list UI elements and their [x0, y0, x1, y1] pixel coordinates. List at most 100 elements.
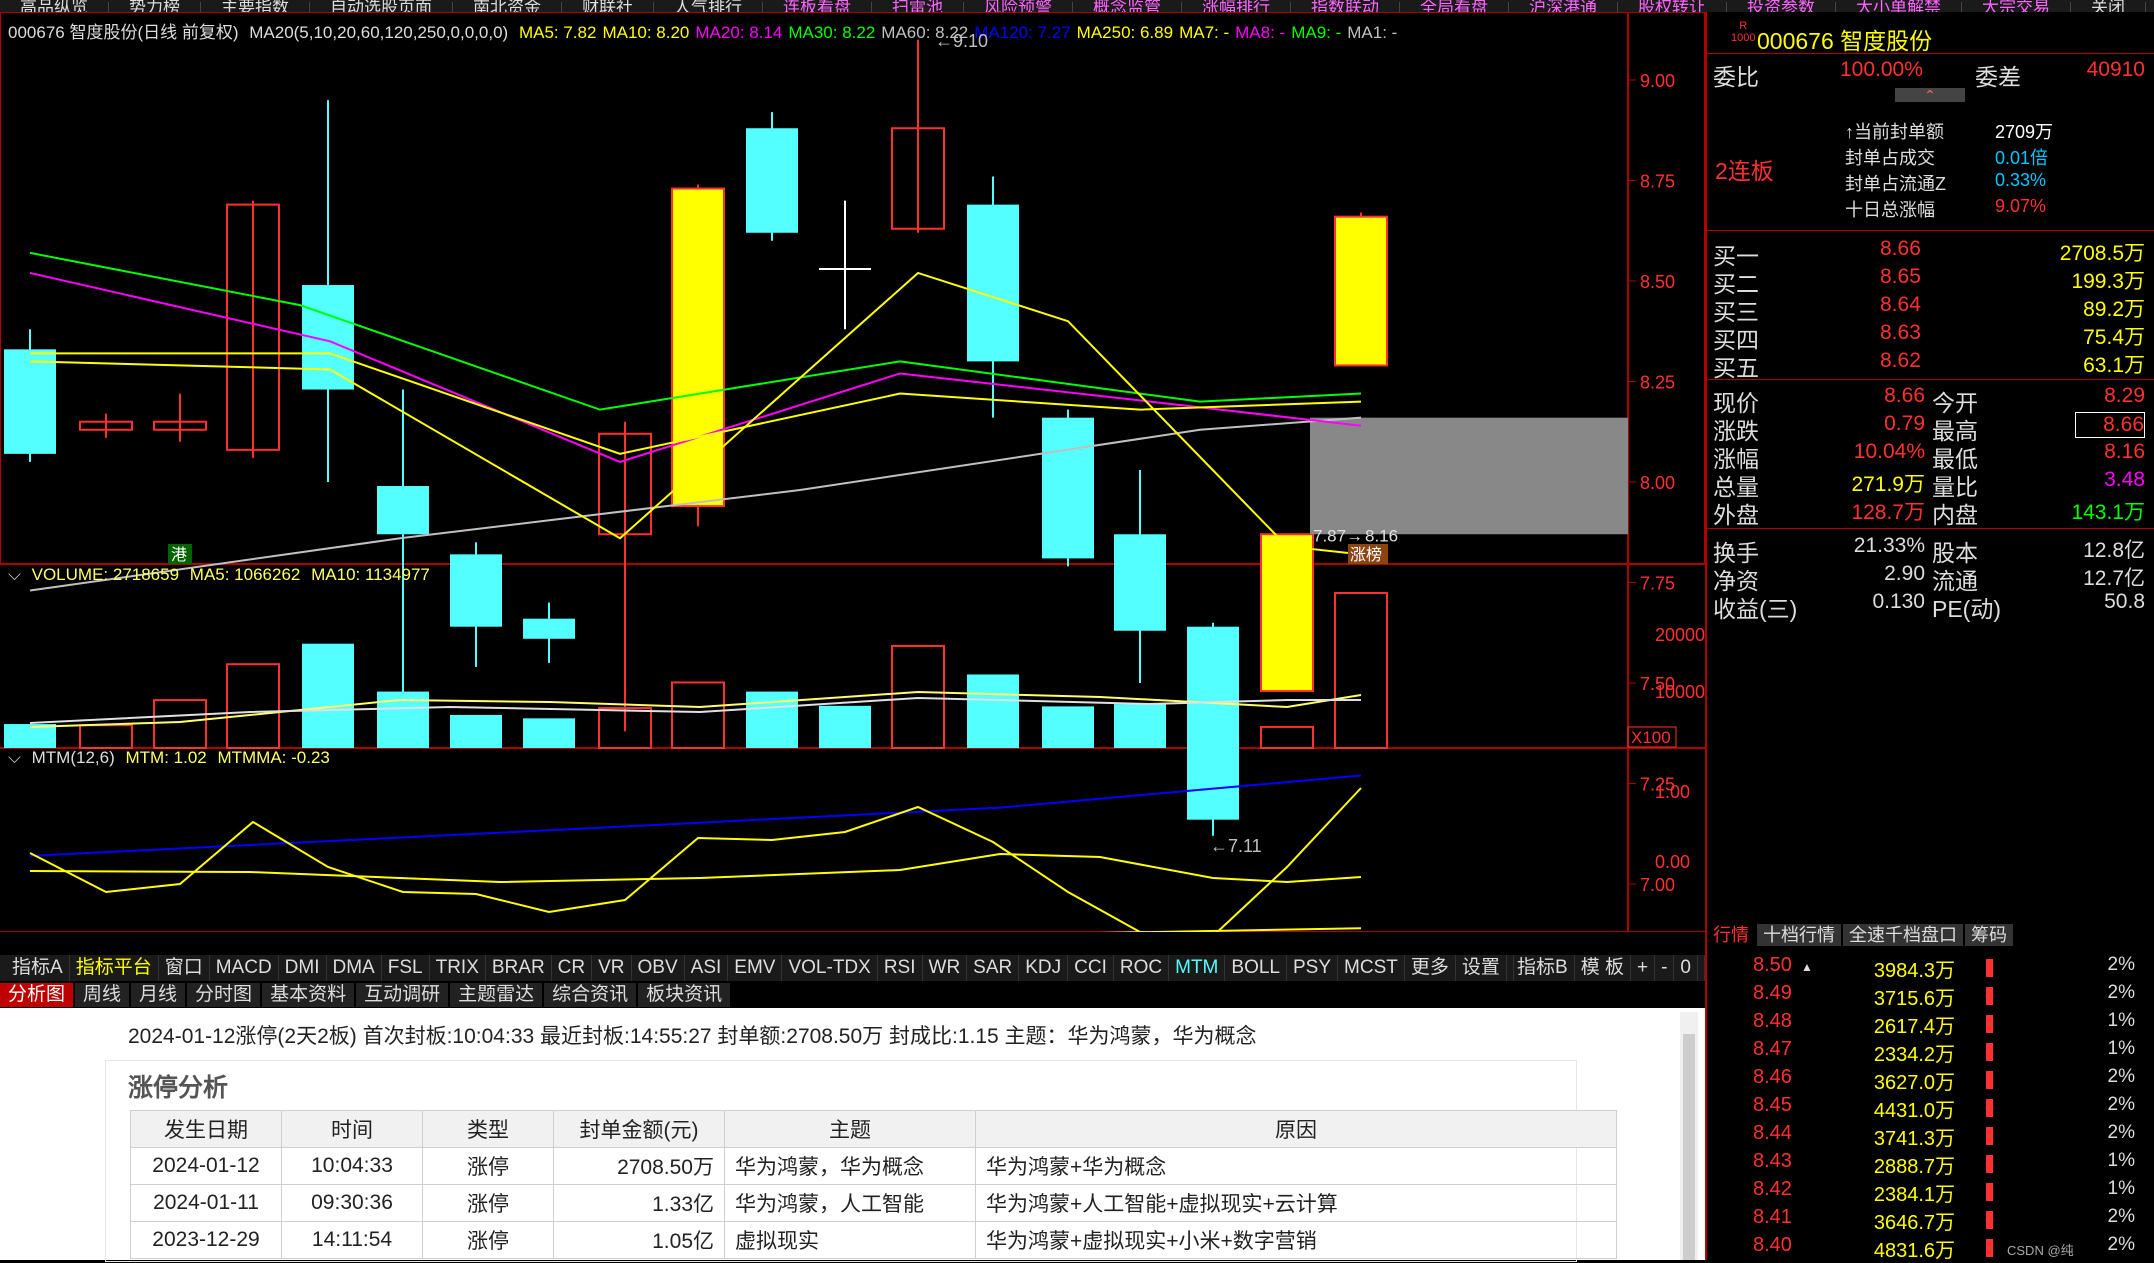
indicator-tab-bar: 指标A 指标平台 窗口 MACD DMI DMA FSL TRIX BRAR CR VR OBV ASI…	[0, 955, 1705, 981]
depth-price: 8.44	[1753, 1122, 1792, 1144]
top-menu-item[interactable]: 连板看盘	[763, 0, 872, 12]
top-menu-item[interactable]: 扫雷池	[872, 0, 964, 12]
indicator-tab[interactable]: 指标平台	[70, 955, 159, 981]
ma120-line	[29, 774, 1362, 857]
indicator-tab[interactable]: KDJ	[1019, 955, 1069, 981]
bottom-tab[interactable]: 互动调研	[356, 983, 449, 1007]
top-menu-item[interactable]: 大宗交易	[1962, 0, 2071, 12]
mtm-title-icon: ⌵	[8, 748, 21, 767]
indicator-tab[interactable]: PSY	[1287, 955, 1339, 981]
quote-tab[interactable]: 全速千档盘口	[1843, 924, 1963, 946]
top-menu-item[interactable]: 全局看盘	[1400, 0, 1509, 12]
quote-tab[interactable]: 行情	[1707, 924, 1755, 946]
indicator-tab[interactable]: CCI	[1068, 955, 1114, 981]
indicator-tab-right[interactable]: 指标B	[1511, 955, 1575, 981]
depth-price: 8.48	[1753, 1010, 1792, 1032]
top-menu-item[interactable]: 自动选股页面	[310, 0, 453, 12]
indicator-tab[interactable]: EMV	[728, 955, 783, 981]
bottom-tab[interactable]: 周线	[75, 983, 130, 1007]
seal-value: 9.07%	[1995, 196, 2047, 216]
depth-bar	[1986, 1239, 1993, 1257]
info-scrollbar[interactable]	[1680, 1012, 1698, 1260]
top-menu-item[interactable]: 沪深港通	[1509, 0, 1618, 12]
top-menu-item[interactable]: 关闭	[2071, 0, 2146, 12]
indicator-tab[interactable]: DMA	[327, 955, 382, 981]
indicator-tab[interactable]: 设置	[1456, 955, 1507, 981]
top-menu-item[interactable]: 人气排行	[654, 0, 763, 12]
indicator-tab[interactable]: 窗口	[159, 955, 210, 981]
depth-bar	[1986, 1155, 1993, 1173]
top-menu-item[interactable]: 主要指数	[201, 0, 310, 12]
mtmma-line	[29, 852, 1362, 884]
top-menu-bar: 高品纵览 势力榜 主要指数 自动选股页面 南北资金 财联社 人气排行 连板看盘 扫雷池 风险预警概…	[0, 0, 2154, 12]
top-menu-item[interactable]: 涨幅排行	[1182, 0, 1291, 12]
depth-up-icon: ▲	[1801, 960, 1813, 974]
indicator-tab[interactable]: MTM	[1169, 955, 1226, 981]
mtm-line	[29, 787, 1362, 932]
price-axis-label: 8.00	[1640, 473, 1675, 493]
bottom-tab[interactable]: 综合资讯	[544, 983, 637, 1007]
collapse-toggle[interactable]: ⌃	[1895, 88, 1965, 102]
volume-bar	[4, 724, 56, 748]
volume-bar	[302, 643, 354, 748]
bottom-tab[interactable]: 基本资料	[262, 983, 355, 1007]
indicator-tab[interactable]: DMI	[279, 955, 327, 981]
indicator-tab[interactable]: RSI	[878, 955, 923, 981]
volume-bar	[1260, 725, 1314, 749]
gap-band	[1310, 417, 1628, 535]
indicator-tab-right[interactable]: 0	[1674, 955, 1698, 981]
bottom-tab[interactable]: 主题雷达	[450, 983, 543, 1007]
bottom-tab[interactable]: 分时图	[187, 983, 261, 1007]
indicator-tab[interactable]: BRAR	[486, 955, 552, 981]
depth-bar	[1986, 1183, 1993, 1201]
depth-volume: 2888.7万	[1873, 1156, 1955, 1178]
limit-up-table: 发生日期 时间 类型 封单金额(元) 主题 原因 2024-01-12 10:04:33 涨停…	[130, 1110, 1617, 1259]
top-menu-item[interactable]: 指数联动	[1291, 0, 1400, 12]
indicator-tab[interactable]: 更多	[1405, 955, 1456, 981]
candle-body	[1042, 417, 1094, 559]
seal-label: 封单占流通Z	[1845, 174, 1946, 194]
depth-percent: 2%	[2107, 1066, 2135, 1087]
indicator-tab[interactable]: ASI	[685, 955, 729, 981]
top-menu-item[interactable]: 风险预警	[964, 0, 1073, 12]
volume-bar	[79, 724, 133, 750]
indicator-tab-right[interactable]: +	[1631, 955, 1656, 981]
info-scroll-thumb[interactable]	[1683, 1034, 1695, 1260]
depth-percent: 1%	[2107, 1038, 2135, 1059]
indicator-tab[interactable]: BOLL	[1225, 955, 1287, 981]
top-menu-item[interactable]: 高品纵览	[0, 0, 109, 12]
indicator-tab[interactable]: WR	[923, 955, 968, 981]
depth-volume: 3715.6万	[1873, 988, 1955, 1010]
bottom-tab[interactable]: 月线	[131, 983, 186, 1007]
indicator-tab[interactable]: 指标A	[6, 955, 70, 981]
indicator-tab[interactable]: TRIX	[430, 955, 486, 981]
seal-label: 封单占成交	[1845, 148, 1935, 168]
indicator-tab-right[interactable]: -	[1655, 955, 1675, 981]
bottom-tab[interactable]: 板块资讯	[638, 983, 731, 1007]
indicator-tab[interactable]: MACD	[210, 955, 279, 981]
indicator-tab[interactable]: OBV	[632, 955, 685, 981]
indicator-tab[interactable]: SAR	[967, 955, 1020, 981]
top-menu-item[interactable]: 南北资金	[453, 0, 562, 12]
quote-tab[interactable]: 十档行情	[1757, 924, 1841, 946]
indicator-tab[interactable]: VOL-TDX	[782, 955, 878, 981]
top-menu-item[interactable]: 股权转让	[1618, 0, 1727, 12]
top-menu-item[interactable]: 势力榜	[109, 0, 201, 12]
indicator-tab[interactable]: ROC	[1114, 955, 1170, 981]
top-menu-item[interactable]: 财联社	[562, 0, 654, 12]
quote-tab[interactable]: 筹码	[1965, 924, 2013, 946]
seal-label: ↑当前封单额	[1845, 122, 1944, 142]
volume-bar	[819, 705, 871, 748]
bottom-tab[interactable]: 分析图	[0, 983, 74, 1007]
indicator-tab-right[interactable]: 模 板	[1575, 955, 1631, 981]
mtmma-value: MTMMA: -0.23	[217, 748, 330, 767]
top-menu-item[interactable]: 大小单解禁	[1836, 0, 1962, 12]
top-menu-item[interactable]: 投资参数	[1727, 0, 1836, 12]
indicator-tab[interactable]: VR	[592, 955, 632, 981]
indicator-tab[interactable]: CR	[552, 955, 593, 981]
top-menu-item[interactable]: 概念监管	[1073, 0, 1182, 12]
weibi-label: 委比	[1713, 64, 1759, 90]
indicator-tab[interactable]: FSL	[382, 955, 430, 981]
indicator-tab[interactable]: MCST	[1338, 955, 1405, 981]
table-cell: 华为鸿蒙，人工智能	[724, 1184, 976, 1222]
